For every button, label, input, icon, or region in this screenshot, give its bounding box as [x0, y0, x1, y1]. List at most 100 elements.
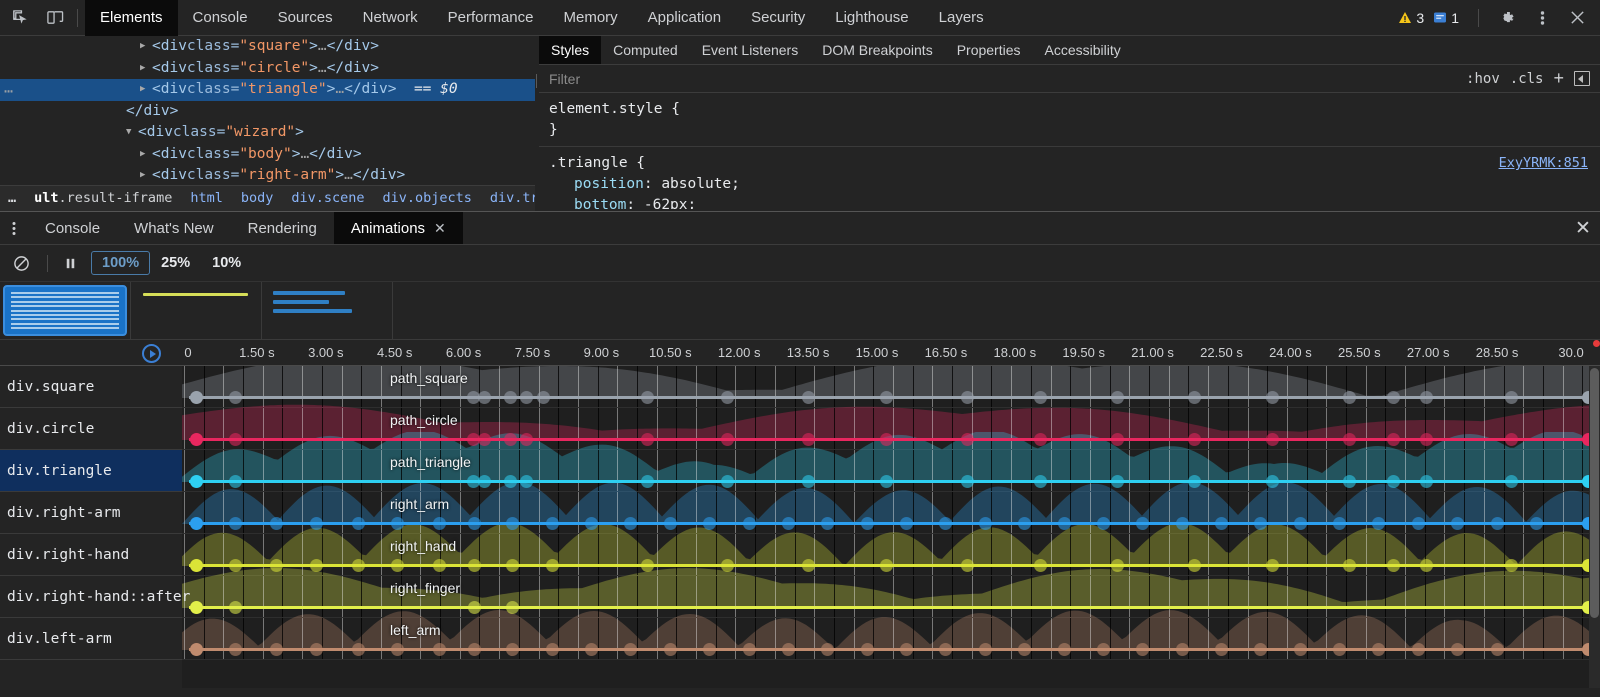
drawer-menu-icon[interactable] [0, 212, 28, 244]
track-label-div-triangle[interactable]: div.triangle [0, 450, 182, 492]
expand-arrow-icon[interactable]: ▶ [140, 79, 150, 101]
close-devtools-icon[interactable] [1562, 3, 1592, 33]
breadcrumb-item-body[interactable]: body [232, 188, 283, 210]
css-rule-triangle[interactable]: .triangle { ExyYRMK:851 position: absolu… [549, 153, 1600, 209]
tab-elements[interactable]: Elements [85, 0, 178, 36]
animation-keyframe-marker[interactable] [961, 475, 974, 488]
breadcrumb-item-div-triangle[interactable]: div.triangle [481, 188, 535, 210]
animation-keyframe-marker[interactable] [743, 643, 756, 656]
animation-keyframe-marker[interactable] [1412, 517, 1425, 530]
animation-keyframe-marker[interactable] [1294, 517, 1307, 530]
animation-keyframe-marker[interactable] [504, 433, 517, 446]
animation-keyframe-marker[interactable] [961, 391, 974, 404]
animation-keyframe-marker[interactable] [900, 643, 913, 656]
animation-keyframe-marker[interactable] [782, 517, 795, 530]
dom-node-body[interactable]: ▶<div class="body">…</div> [0, 144, 535, 166]
drawer-tab-whats-new[interactable]: What's New [117, 212, 231, 244]
animation-keyframe-marker[interactable] [1412, 643, 1425, 656]
expand-arrow-icon[interactable]: ▶ [140, 165, 150, 187]
animation-keyframe-marker[interactable] [664, 517, 677, 530]
animation-keyframe-marker[interactable] [1097, 643, 1110, 656]
animation-track-row[interactable]: left_arm [182, 618, 1600, 660]
animation-keyframe-marker[interactable] [1343, 559, 1356, 572]
tab-styles[interactable]: Styles [539, 36, 601, 64]
animation-keyframe-marker[interactable] [1266, 391, 1279, 404]
css-source-link[interactable]: ExyYRMK:851 [1499, 153, 1588, 174]
animation-keyframe-marker[interactable] [1266, 433, 1279, 446]
scrollbar-thumb[interactable] [1590, 368, 1599, 618]
animation-keyframe-marker[interactable] [1058, 643, 1071, 656]
animation-keyframe-marker[interactable] [310, 643, 323, 656]
animation-keyframe-marker[interactable] [1058, 517, 1071, 530]
animation-keyframe-marker[interactable] [1266, 475, 1279, 488]
animation-keyframe-marker[interactable] [1343, 391, 1356, 404]
timeline-vertical-scrollbar[interactable] [1589, 366, 1600, 688]
animation-keyframe-marker[interactable] [664, 643, 677, 656]
animation-keyframe-marker[interactable] [1266, 559, 1279, 572]
computed-sidebar-toggle-icon[interactable] [1574, 71, 1590, 86]
animation-keyframe-marker[interactable] [900, 517, 913, 530]
tab-memory[interactable]: Memory [549, 0, 633, 36]
animation-keyframe-marker[interactable] [1034, 391, 1047, 404]
css-property-value[interactable]: -62px; [644, 197, 696, 209]
animation-keyframe-marker[interactable] [1176, 643, 1189, 656]
animation-keyframe-marker[interactable] [310, 559, 323, 572]
animation-keyframe-marker[interactable] [1111, 391, 1124, 404]
track-label-div-right-hand[interactable]: div.right-hand [0, 534, 182, 576]
animation-keyframe-marker[interactable] [1491, 643, 1504, 656]
animation-keyframe-marker[interactable] [1176, 517, 1189, 530]
animation-keyframe-marker[interactable] [190, 475, 203, 488]
animation-keyframe-marker[interactable] [310, 517, 323, 530]
animation-keyframe-marker[interactable] [1505, 433, 1518, 446]
message-badge[interactable]: 1 [1430, 8, 1462, 28]
timeline-ruler[interactable]: 01.50 s3.00 s4.50 s6.00 s7.50 s9.00 s10.… [0, 340, 1600, 366]
animation-keyframe-marker[interactable] [1215, 643, 1228, 656]
animation-keyframe-marker[interactable] [391, 559, 404, 572]
dom-node-wizard[interactable]: ▼<div class="wizard"> [0, 122, 535, 144]
dom-node-square[interactable]: ▶<div class="square">…</div> [0, 36, 535, 58]
expand-arrow-icon[interactable]: ▶ [140, 58, 150, 80]
playback-rate-10[interactable]: 10% [201, 251, 252, 275]
tab-console[interactable]: Console [178, 0, 263, 36]
animation-keyframe-marker[interactable] [1530, 517, 1543, 530]
playback-rate-25[interactable]: 25% [150, 251, 201, 275]
animation-keyframe-marker[interactable] [546, 559, 559, 572]
drawer-tab-console[interactable]: Console [28, 212, 117, 244]
animation-keyframe-marker[interactable] [802, 433, 815, 446]
tab-application[interactable]: Application [633, 0, 736, 36]
animation-keyframe-marker[interactable] [1343, 475, 1356, 488]
animation-keyframe-marker[interactable] [190, 433, 203, 446]
animation-keyframe-marker[interactable] [190, 517, 203, 530]
animation-keyframe-marker[interactable] [1215, 517, 1228, 530]
animation-keyframe-marker[interactable] [802, 559, 815, 572]
expand-arrow-icon[interactable]: ▶ [140, 36, 150, 58]
tab-computed[interactable]: Computed [601, 36, 690, 64]
track-label-div-right-hand-after[interactable]: div.right-hand::after [0, 576, 182, 618]
toggle-pseudo-state-button[interactable]: :hov [1466, 71, 1500, 87]
animation-keyframe-marker[interactable] [1034, 559, 1047, 572]
close-tab-icon[interactable]: ✕ [434, 220, 446, 237]
tab-lighthouse[interactable]: Lighthouse [820, 0, 923, 36]
node-badge-icon[interactable]: ⋯ [4, 81, 14, 103]
breadcrumb-item-html[interactable]: html [181, 188, 232, 210]
animation-keyframe-marker[interactable] [391, 643, 404, 656]
drawer-tab-rendering[interactable]: Rendering [231, 212, 334, 244]
animation-keyframe-marker[interactable] [1387, 433, 1400, 446]
animation-keyframe-marker[interactable] [1505, 475, 1518, 488]
new-style-rule-button[interactable]: + [1553, 68, 1564, 89]
animation-keyframe-marker[interactable] [1491, 517, 1504, 530]
tab-dom-breakpoints[interactable]: DOM Breakpoints [810, 36, 944, 64]
animation-keyframe-marker[interactable] [190, 559, 203, 572]
track-label-div-square[interactable]: div.square [0, 366, 182, 408]
expand-arrow-icon[interactable]: ▶ [140, 144, 150, 166]
animation-group-preview-1[interactable] [0, 282, 131, 339]
animation-keyframe-marker[interactable] [1034, 475, 1047, 488]
dom-tree[interactable]: ▶<div class="square">…</div> ▶<div class… [0, 36, 535, 211]
animation-keyframe-marker[interactable] [961, 559, 974, 572]
tab-layers[interactable]: Layers [924, 0, 999, 36]
animation-keyframe-marker[interactable] [546, 643, 559, 656]
animation-keyframe-marker[interactable] [1387, 475, 1400, 488]
animation-tracks-canvas[interactable]: path_squarepath_circlepath_triangleright… [182, 366, 1600, 688]
dom-node-triangle-selected[interactable]: ⋯▶<div class="triangle">…</div> == $0 [0, 79, 535, 101]
animation-duration-bar[interactable] [189, 606, 1600, 609]
